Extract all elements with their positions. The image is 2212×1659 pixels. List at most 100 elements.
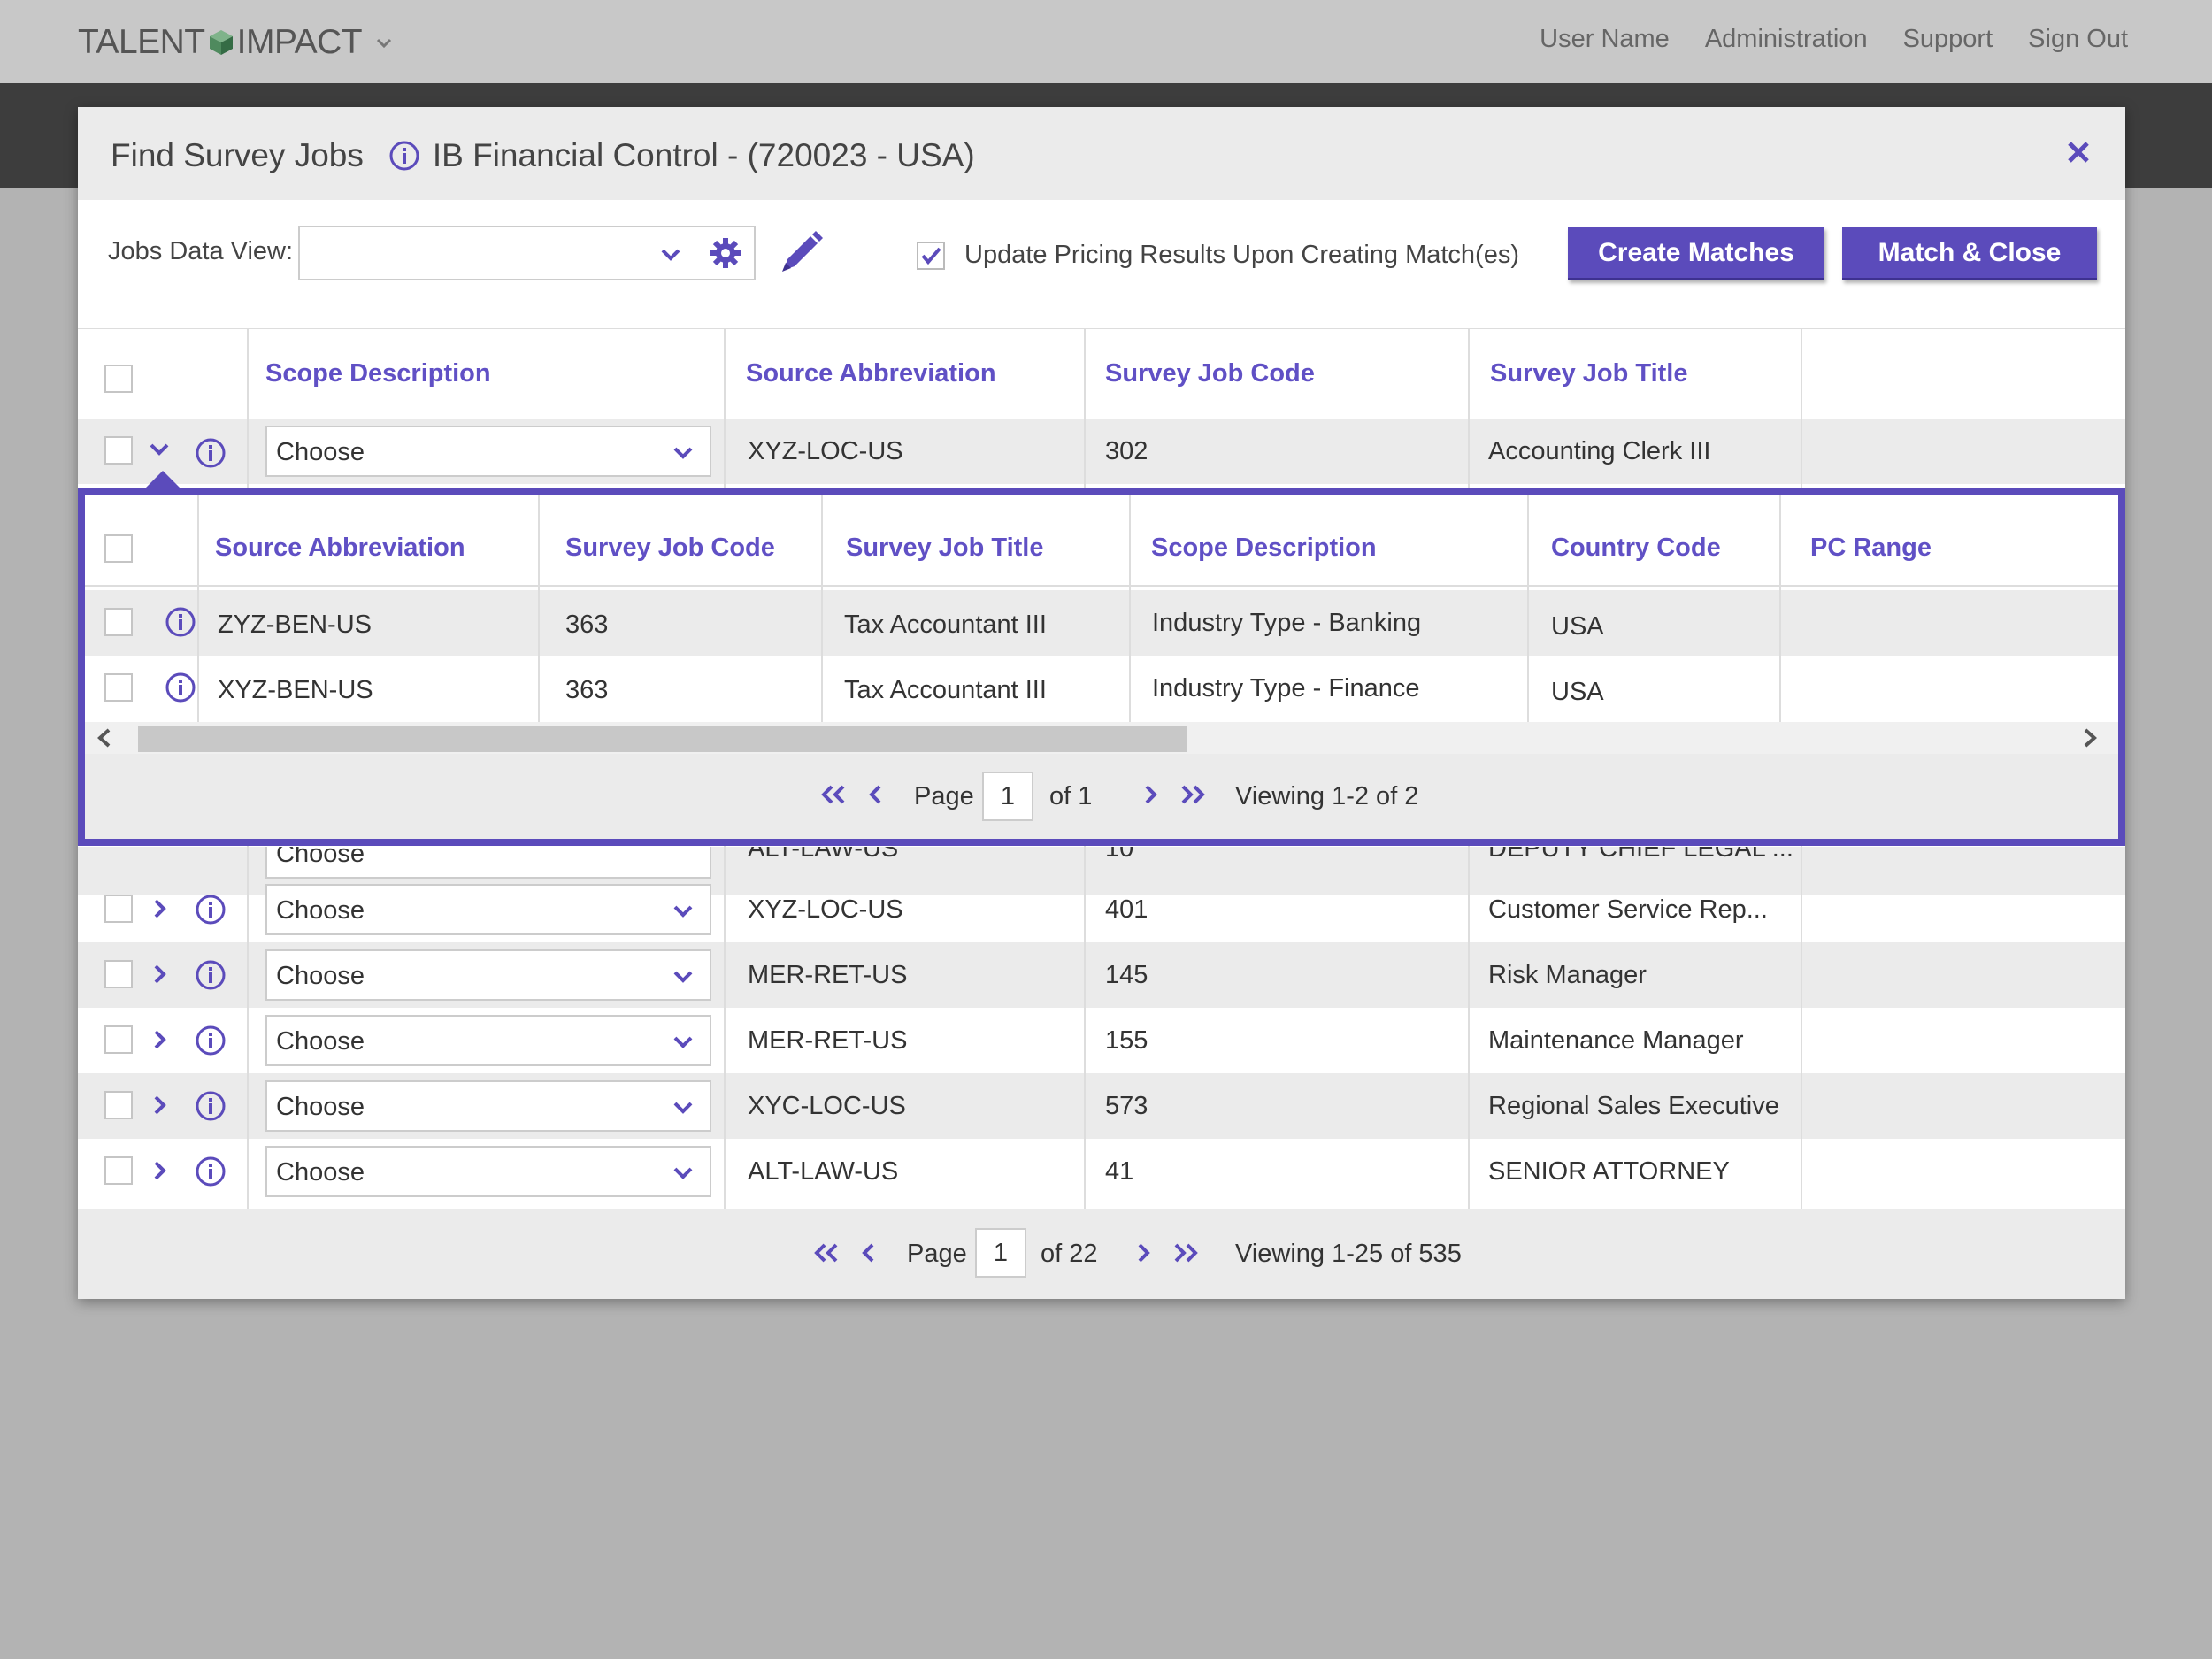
scope-select[interactable]: Choose xyxy=(265,884,711,935)
cell-title: Tax Accountant III xyxy=(844,611,1047,639)
row-checkbox[interactable] xyxy=(104,673,133,702)
sub-select-all-checkbox[interactable] xyxy=(104,534,133,563)
nav-sign-out[interactable]: Sign Out xyxy=(2028,25,2128,54)
user-nav: User Name Administration Support Sign Ou… xyxy=(1540,25,2128,54)
update-pricing-label: Update Pricing Results Upon Creating Mat… xyxy=(964,241,1519,269)
chevron-right-icon[interactable] xyxy=(152,1094,168,1116)
info-icon[interactable] xyxy=(195,437,227,469)
page-label: Page xyxy=(914,782,974,810)
table-row: Choose ALT-LAW-US 41 SENIOR ATTORNEY xyxy=(78,1139,2125,1204)
prev-page-icon[interactable] xyxy=(860,1242,876,1263)
first-page-icon[interactable] xyxy=(812,1242,841,1263)
cell-source: ZYZ-BEN-US xyxy=(218,611,372,639)
header-source-abbreviation[interactable]: Source Abbreviation xyxy=(746,359,996,388)
horizontal-scrollbar[interactable] xyxy=(85,722,2118,754)
prev-page-icon[interactable] xyxy=(867,784,883,805)
row-checkbox[interactable] xyxy=(104,608,133,636)
info-icon[interactable] xyxy=(195,1025,227,1056)
info-icon[interactable] xyxy=(165,606,196,638)
row-checkbox[interactable] xyxy=(104,960,133,988)
viewing-range: Viewing 1-2 of 2 xyxy=(1235,782,1419,810)
chevron-down-icon xyxy=(673,905,693,918)
scope-select-value: Choose xyxy=(276,896,365,925)
info-icon[interactable] xyxy=(195,1090,227,1122)
cell-source: XYZ-LOC-US xyxy=(748,437,903,465)
scrollbar-thumb[interactable] xyxy=(138,726,1187,752)
chevron-down-icon[interactable] xyxy=(149,442,170,457)
scope-select[interactable]: Choose xyxy=(265,426,711,477)
info-icon[interactable] xyxy=(195,959,227,991)
sub-header-scope-description[interactable]: Scope Description xyxy=(1151,534,1377,563)
match-close-button[interactable]: Match & Close xyxy=(1842,227,2097,280)
header-survey-job-code[interactable]: Survey Job Code xyxy=(1105,359,1315,388)
cell-source: ALT-LAW-US xyxy=(748,847,899,863)
nav-administration[interactable]: Administration xyxy=(1705,25,1868,54)
scroll-left-icon[interactable] xyxy=(96,727,113,749)
column-divider xyxy=(1084,329,1086,488)
cell-code: 573 xyxy=(1105,1092,1148,1120)
scroll-right-icon[interactable] xyxy=(2081,727,2099,749)
grid-top-border xyxy=(78,328,2125,329)
header-scope-description[interactable]: Scope Description xyxy=(265,359,491,388)
scope-select[interactable]: Choose xyxy=(265,1080,711,1132)
table-row: Choose XYC-LOC-US 573 Regional Sales Exe… xyxy=(78,1073,2125,1139)
scope-select[interactable]: Choose xyxy=(265,1146,711,1197)
brand-text-left: TALENT xyxy=(78,23,205,61)
main-pager: Page 1 of 22 Viewing 1-25 of 535 xyxy=(78,1209,2125,1299)
column-divider xyxy=(724,329,726,488)
row-checkbox[interactable] xyxy=(104,1156,133,1185)
nav-user-name[interactable]: User Name xyxy=(1540,25,1670,54)
nav-support[interactable]: Support xyxy=(1903,25,1993,54)
row-checkbox[interactable] xyxy=(104,895,133,923)
close-icon[interactable] xyxy=(2065,139,2092,165)
chevron-down-icon[interactable] xyxy=(374,33,394,52)
scope-select[interactable]: Choose xyxy=(265,1015,711,1066)
row-checkbox[interactable] xyxy=(104,1091,133,1119)
first-page-icon[interactable] xyxy=(819,784,848,805)
scope-select[interactable]: Choose xyxy=(265,949,711,1001)
page-number-input[interactable]: 1 xyxy=(975,1228,1026,1278)
table-row: Choose MER-RET-US 145 Risk Manager xyxy=(78,942,2125,1008)
sub-pager: Page 1 of 1 Viewing 1-2 of 2 xyxy=(85,754,2118,839)
last-page-icon[interactable] xyxy=(1171,1242,1200,1263)
next-page-icon[interactable] xyxy=(1136,1242,1152,1263)
chevron-right-icon[interactable] xyxy=(152,964,168,985)
column-divider xyxy=(1084,846,1086,1209)
chevron-down-icon xyxy=(661,249,680,261)
row-checkbox[interactable] xyxy=(104,1025,133,1054)
row-checkbox[interactable] xyxy=(104,436,133,465)
update-pricing-checkbox[interactable] xyxy=(917,242,945,270)
sub-header-survey-job-code[interactable]: Survey Job Code xyxy=(565,534,775,563)
info-icon[interactable] xyxy=(195,1156,227,1187)
chevron-right-icon[interactable] xyxy=(152,1160,168,1181)
chevron-down-icon xyxy=(673,971,693,983)
settings-button[interactable] xyxy=(697,226,756,280)
next-page-icon[interactable] xyxy=(1143,784,1159,805)
pencil-icon[interactable] xyxy=(777,229,825,277)
chevron-right-icon[interactable] xyxy=(152,1029,168,1050)
info-icon[interactable] xyxy=(165,672,196,703)
create-matches-button[interactable]: Create Matches xyxy=(1568,227,1824,280)
scope-select-value: Choose xyxy=(276,962,365,990)
page-number-input[interactable]: 1 xyxy=(982,772,1033,821)
header-survey-job-title[interactable]: Survey Job Title xyxy=(1490,359,1688,388)
column-divider xyxy=(1468,846,1470,1209)
column-divider xyxy=(247,846,249,1209)
scope-select-value: Choose xyxy=(276,1093,365,1121)
select-all-checkbox[interactable] xyxy=(104,365,133,393)
brand-logo[interactable]: TALENT IMPACT xyxy=(78,23,394,62)
cell-scope: Industry Type - Banking xyxy=(1152,609,1422,637)
sub-header-survey-job-title[interactable]: Survey Job Title xyxy=(846,534,1044,563)
last-page-icon[interactable] xyxy=(1179,784,1207,805)
sub-header-pc-range[interactable]: PC Range xyxy=(1810,534,1932,563)
chevron-right-icon[interactable] xyxy=(152,898,168,919)
jobs-data-view-select[interactable] xyxy=(298,226,699,280)
info-icon[interactable] xyxy=(195,894,227,926)
scope-select[interactable]: Choose xyxy=(265,847,711,879)
sub-header-country-code[interactable]: Country Code xyxy=(1551,534,1721,563)
sub-header-source-abbreviation[interactable]: Source Abbreviation xyxy=(215,534,465,563)
cell-source: ALT-LAW-US xyxy=(748,1157,899,1186)
info-icon[interactable] xyxy=(388,140,420,172)
column-divider xyxy=(1801,329,1802,488)
expand-pointer xyxy=(145,471,180,488)
